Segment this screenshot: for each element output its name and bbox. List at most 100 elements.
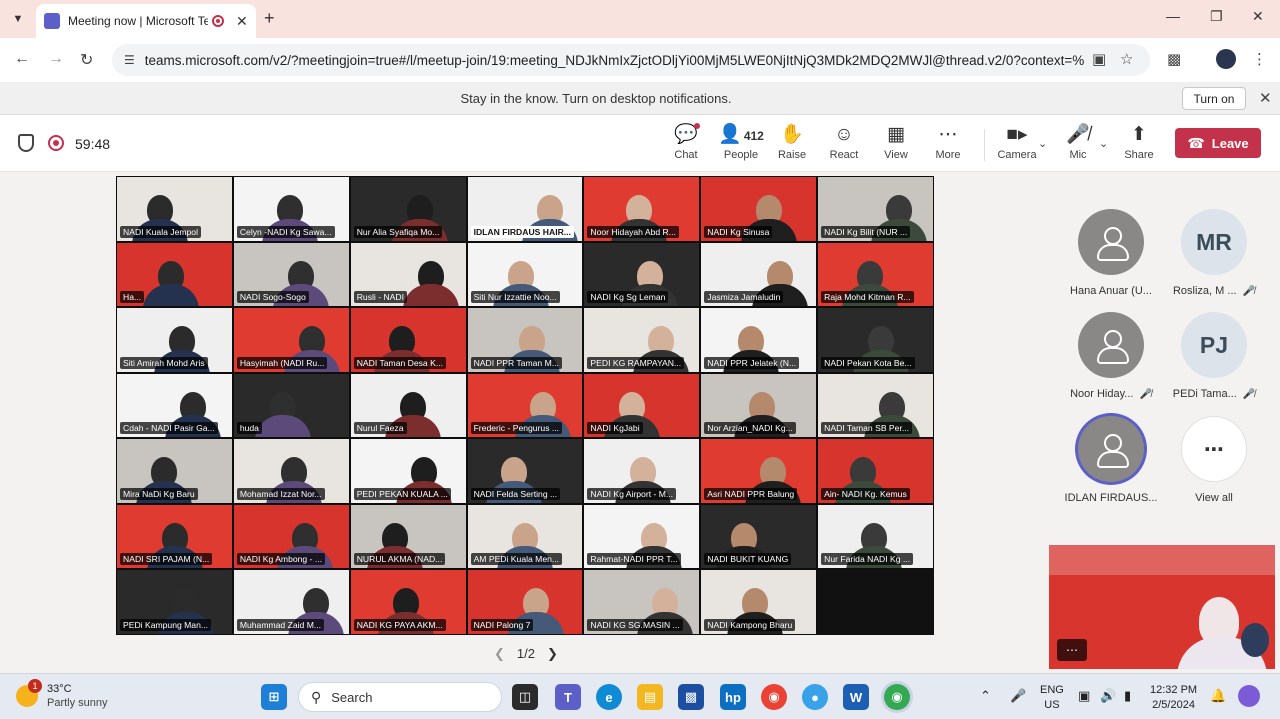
volume-icon[interactable]: 🔊 xyxy=(1100,688,1116,704)
participant-tile[interactable]: Cdah - NADI Pasir Ga... xyxy=(116,372,233,439)
teams-chat-icon[interactable]: T xyxy=(555,684,581,710)
participant-tile[interactable]: NADI Palong 7 xyxy=(466,569,584,635)
participant-tile[interactable]: Nor Arzian_NADI Kg... xyxy=(700,372,818,439)
side-participant-3[interactable]: Noor Hiday... 🎤̸ xyxy=(1055,312,1167,400)
participant-tile[interactable]: Mohamad Izzat Nor... xyxy=(232,438,350,504)
show-hidden-icons-chevron-icon[interactable]: ⌃ xyxy=(980,688,991,704)
participant-tile[interactable]: NADI KG SG.MASIN ... xyxy=(583,569,701,635)
minimize-button[interactable]: — xyxy=(1166,8,1180,24)
side-participant-1[interactable]: Hana Anuar (U... xyxy=(1055,209,1167,297)
self-view-more-button[interactable]: ⋯ xyxy=(1057,639,1087,661)
close-window-button[interactable]: ✕ xyxy=(1252,8,1264,25)
participant-tile[interactable]: Muhammad Zaid M... xyxy=(232,569,350,635)
participant-tile[interactable]: Siti Amirah Mohd Aris xyxy=(116,307,233,373)
new-tab-button[interactable]: + xyxy=(264,8,275,29)
chat-button[interactable]: 💬 Chat xyxy=(660,123,712,161)
participant-tile[interactable]: Raja Mohd Kitman R... xyxy=(817,241,934,308)
reload-button[interactable]: ↻ xyxy=(80,50,93,70)
view-all-button[interactable]: ⋯ View all xyxy=(1158,416,1270,504)
more-button[interactable]: ⋯ More xyxy=(922,123,974,161)
participant-tile[interactable]: Nur Farida NADI Kg ... xyxy=(817,503,934,570)
prev-page-icon[interactable]: ❮ xyxy=(494,646,505,662)
bookmark-star-icon[interactable]: ☆ xyxy=(1120,50,1133,68)
clock[interactable]: 12:32 PM 2/5/2024 xyxy=(1150,683,1197,713)
back-button[interactable]: ← xyxy=(14,50,30,68)
participant-tile[interactable]: NADI PPR Jelatek (N... xyxy=(700,307,818,373)
participant-tile[interactable]: NADI Kg Sinusa xyxy=(700,176,818,242)
next-page-icon[interactable]: ❯ xyxy=(547,646,558,662)
notification-bell-icon[interactable]: 🔔 xyxy=(1210,688,1226,704)
people-button[interactable]: 👤 412 People xyxy=(713,123,769,161)
view-button[interactable]: ▦ View xyxy=(870,123,922,161)
participant-tile[interactable]: Asri NADI PPR Balung xyxy=(700,438,818,504)
raise-hand-button[interactable]: ✋ Raise xyxy=(766,123,818,161)
battery-icon[interactable]: ▮ xyxy=(1124,688,1131,704)
participant-tile[interactable]: Ain- NADI Kg. Kemus xyxy=(817,438,934,504)
participant-tile[interactable]: NADI Kg Sg Leman xyxy=(583,241,701,308)
taskbar-search[interactable]: ⚲ Search xyxy=(298,682,502,712)
microphone-in-use-icon[interactable]: 🎤 xyxy=(1010,688,1026,704)
participant-tile[interactable]: NADI SRI PAJAM (N... xyxy=(116,503,233,570)
participant-tile[interactable]: Ha... xyxy=(116,241,233,308)
copilot-icon[interactable] xyxy=(1238,685,1260,707)
edge-icon[interactable]: e xyxy=(596,684,622,710)
participant-tile[interactable]: NADI PPR Taman M... xyxy=(466,307,584,373)
camera-button[interactable]: ■▸ Camera xyxy=(991,123,1043,161)
participant-tile[interactable]: Jasmiza Jamaludin xyxy=(700,241,818,308)
participant-tile[interactable]: Rahmat-NADI PPR T... xyxy=(583,503,701,570)
chrome-active-icon[interactable]: ◉ xyxy=(884,684,910,710)
participant-tile[interactable]: PEDI PEKAN KUALA ... xyxy=(349,438,467,504)
start-windows-icon[interactable]: ⊞ xyxy=(261,684,287,710)
close-notification-icon[interactable]: ✕ xyxy=(1259,89,1272,107)
shield-icon[interactable] xyxy=(18,134,34,152)
participant-tile[interactable]: PEDi Kampung Man... xyxy=(116,569,233,635)
camera-options-chevron-icon[interactable]: ⌄ xyxy=(1038,137,1047,150)
participant-tile[interactable]: Siti Nur Izzattie Noo... xyxy=(466,241,584,308)
participant-tile[interactable]: NADI Kuala Jempol xyxy=(116,176,233,242)
participant-tile[interactable]: NADI Kg Ambong - ... xyxy=(232,503,350,570)
participant-tile[interactable]: Noor Hidayah Abd R... xyxy=(583,176,701,242)
file-explorer-icon[interactable]: ▤ xyxy=(637,684,663,710)
participant-tile[interactable]: Nur Alia Syafiqa Mo... xyxy=(349,176,467,242)
participant-tile[interactable]: Nurul Faeza xyxy=(349,372,467,439)
participant-tile[interactable]: NADI KG PAYA AKM... xyxy=(349,569,467,635)
mic-options-chevron-icon[interactable]: ⌄ xyxy=(1099,137,1108,150)
participant-tile[interactable]: Rusli - NADI xyxy=(349,241,467,308)
browser-menu-icon[interactable]: ⋮ xyxy=(1252,50,1267,68)
site-settings-icon[interactable]: ☰ xyxy=(124,53,135,67)
participant-tile[interactable]: NADI BUKIT KUANG xyxy=(700,503,818,570)
participant-tile[interactable]: PEDI KG RAMPAYAN... xyxy=(583,307,701,373)
side-participant-2[interactable]: MR Rosliza, M ... 🎤̸ xyxy=(1158,209,1270,297)
participant-tile[interactable]: NADI Pekan Kota Be... xyxy=(817,307,934,373)
display-icon[interactable]: ▣ xyxy=(1078,688,1090,704)
participant-tile[interactable]: IDLAN FIRDAUS HAIR... xyxy=(466,176,584,242)
participant-tile[interactable]: NADI Kg Airport - M... xyxy=(583,438,701,504)
task-view-icon[interactable]: ◫ xyxy=(512,684,538,710)
hp-app-icon[interactable]: hp xyxy=(720,684,746,710)
participant-tile[interactable]: Celyn -NADI Kg Sawa... xyxy=(232,176,350,242)
react-button[interactable]: ☺ React xyxy=(818,123,870,161)
side-participant-4[interactable]: PJ PEDi Tama... 🎤̸ xyxy=(1158,312,1270,400)
pinned-app-icon[interactable]: ● xyxy=(802,684,828,710)
participant-tile[interactable]: NADI Felda Serting ... xyxy=(466,438,584,504)
maximize-button[interactable]: ❐ xyxy=(1210,8,1223,25)
participant-tile[interactable]: Mira NaDi Kg Baru xyxy=(116,438,233,504)
tab-search-menu[interactable]: ▼ xyxy=(6,7,30,31)
forward-button[interactable]: → xyxy=(48,50,64,68)
participant-tile[interactable]: huda xyxy=(232,372,350,439)
store-icon[interactable]: ▩ xyxy=(678,684,704,710)
share-button[interactable]: ⬆ Share xyxy=(1113,123,1165,161)
participant-tile[interactable]: Frederic - Pengurus ... xyxy=(466,372,584,439)
participant-tile[interactable]: NADI Kampong Bharu xyxy=(700,569,818,635)
participant-tile[interactable]: NURUL AKMA (NAD... xyxy=(349,503,467,570)
participant-tile[interactable]: AM PEDi Kuala Men... xyxy=(466,503,584,570)
camera-in-use-icon[interactable]: ▣ xyxy=(1092,50,1106,68)
side-participant-5[interactable]: IDLAN FIRDAUS... xyxy=(1055,416,1167,504)
weather-widget[interactable]: 1 33°C Partly sunny xyxy=(16,679,108,710)
turn-on-button[interactable]: Turn on xyxy=(1182,87,1246,110)
participant-tile[interactable]: NADI Kg Bilit (NUR ... xyxy=(817,176,934,242)
language-indicator[interactable]: ENG US xyxy=(1040,683,1064,713)
close-tab-icon[interactable]: ✕ xyxy=(236,13,248,30)
participant-tile[interactable]: NADI Taman SB Per... xyxy=(817,372,934,439)
extensions-icon[interactable]: ▩ xyxy=(1167,50,1181,68)
